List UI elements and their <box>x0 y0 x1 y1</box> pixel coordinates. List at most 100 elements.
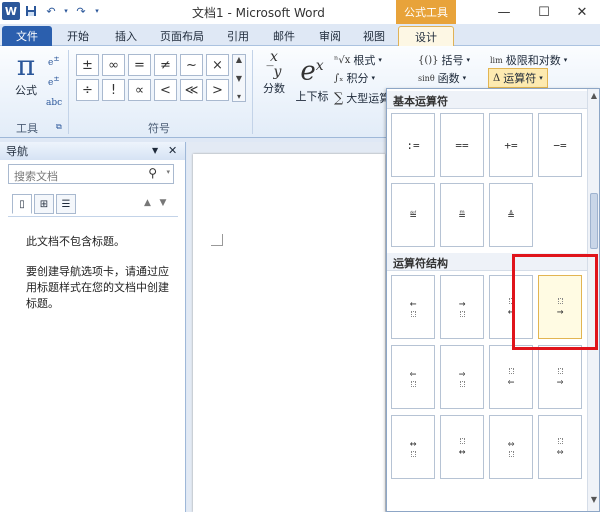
search-icon[interactable]: ⚲ <box>148 166 157 180</box>
bracket-icon: {()} <box>418 54 439 66</box>
tab-references[interactable]: 引用 <box>222 26 254 46</box>
fraction-button[interactable]: x ‾y 分数 <box>258 50 290 96</box>
placeholder-box <box>410 450 416 457</box>
word-logo-icon[interactable]: W <box>2 2 20 20</box>
navigation-pane: 导航 ▼ ✕ 搜索文档 ⚲ ▾ ▯ ⊞ ☰ ▲ ▼ 此文档不包含标题。 要创建导… <box>0 142 186 512</box>
tab-view[interactable]: 视图 <box>358 26 390 46</box>
operator-minus-equals[interactable]: −= <box>538 113 582 177</box>
tab-mailings[interactable]: 邮件 <box>268 26 300 46</box>
structure-left-right-arrow-above[interactable]: ↔ <box>440 415 484 479</box>
structure-left-right-double-arrow-below[interactable]: ⇔ <box>489 415 533 479</box>
customize-toolbar-icon[interactable]: ▾ <box>92 2 102 20</box>
large-operator-button[interactable]: ∑ 大型运算 <box>334 90 390 106</box>
bracket-button[interactable]: {()} 括号 ▾ <box>418 52 470 68</box>
bracket-label: 括号 <box>441 54 464 67</box>
pane-options-icon[interactable]: ▼ <box>152 146 158 155</box>
chevron-down-icon[interactable]: ▾ <box>166 168 170 176</box>
symbols-group-label: 符号 <box>148 122 170 135</box>
integral-icon: ∫ₓ <box>334 72 344 84</box>
symbol-divide[interactable]: ÷ <box>76 79 99 101</box>
tab-home[interactable]: 开始 <box>62 26 94 46</box>
structure-right-arrow-below[interactable]: → <box>440 275 484 339</box>
chevron-down-icon: ▾ <box>371 74 375 82</box>
operator-double-equals[interactable]: == <box>440 113 484 177</box>
operator-button[interactable]: Δ 运算符 ▾ <box>488 68 548 88</box>
radical-icon: ⁿ√x <box>334 54 351 66</box>
undo-dropdown-icon[interactable]: ▾ <box>62 2 70 20</box>
tab-file[interactable]: 文件 <box>2 26 52 46</box>
radical-label: 根式 <box>353 54 376 67</box>
script-button[interactable]: ex 上下标 <box>292 50 332 104</box>
function-icon: sinθ <box>418 73 435 83</box>
chevron-up-icon[interactable]: ▲ <box>236 55 242 64</box>
tab-design[interactable]: 设计 <box>398 26 454 46</box>
insert-equation-button[interactable]: π 公式 <box>6 50 46 110</box>
scroll-thumb[interactable] <box>590 193 598 249</box>
placeholder-box <box>508 367 514 374</box>
maximize-button[interactable]: ☐ <box>524 0 564 24</box>
headings-view-icon[interactable]: ▯ <box>12 194 32 214</box>
close-button[interactable]: ✕ <box>562 0 600 24</box>
results-view-icon[interactable]: ☰ <box>56 194 76 214</box>
structure-left-double-arrow-above[interactable]: ⇐ <box>489 345 533 409</box>
integral-button[interactable]: ∫ₓ 积分 ▾ <box>334 70 375 86</box>
linear-format-icon[interactable]: e± <box>48 74 60 88</box>
scroll-down-icon[interactable]: ▼ <box>589 495 599 507</box>
structure-left-double-arrow-below[interactable]: ⇐ <box>391 345 435 409</box>
function-button[interactable]: sinθ 函数 ▾ <box>418 70 466 86</box>
structure-left-arrow-below[interactable]: ← <box>391 275 435 339</box>
dialog-launcher-icon[interactable]: ⧉ <box>56 122 62 132</box>
tools-group-label: 工具 <box>16 122 38 135</box>
symbol-much-less[interactable]: ≪ <box>180 79 203 101</box>
structure-left-right-double-arrow-above[interactable]: ⇔ <box>538 415 582 479</box>
placeholder-box <box>410 380 416 387</box>
document-page[interactable] <box>193 154 385 512</box>
symbol-proportional[interactable]: ∝ <box>128 79 151 101</box>
tab-insert[interactable]: 插入 <box>110 26 142 46</box>
symbol-tilde[interactable]: ~ <box>180 54 203 76</box>
operator-plus-equals[interactable]: += <box>489 113 533 177</box>
search-document-input[interactable]: 搜索文档 ⚲ ▾ <box>8 164 174 184</box>
expand-gallery-icon[interactable]: ▾ <box>237 92 241 101</box>
structure-right-double-arrow-above[interactable]: ⇒ <box>538 345 582 409</box>
scroll-up-icon[interactable]: ▲ <box>589 91 599 103</box>
structure-glyph: ↔ <box>458 444 466 458</box>
professional-format-icon[interactable]: e± <box>48 54 60 68</box>
delta-icon: Δ <box>493 72 501 84</box>
next-arrow-icon[interactable]: ▼ <box>160 198 167 208</box>
minimize-button[interactable]: — <box>484 0 524 24</box>
fraction-label: 分数 <box>263 82 285 95</box>
pages-view-icon[interactable]: ⊞ <box>34 194 54 214</box>
limit-log-button[interactable]: lim 极限和对数 ▾ <box>490 52 567 68</box>
structure-right-double-arrow-below[interactable]: ⇒ <box>440 345 484 409</box>
symbol-gallery-scroll[interactable]: ▲ ▼ ▾ <box>232 54 246 102</box>
symbol-times[interactable]: × <box>206 54 229 76</box>
structure-left-right-arrow-below[interactable]: ↔ <box>391 415 435 479</box>
group-separator <box>252 50 253 134</box>
redo-icon[interactable]: ↷ <box>72 2 90 20</box>
placeholder-box <box>459 380 465 387</box>
save-icon[interactable] <box>22 2 40 20</box>
symbol-not-equal[interactable]: ≠ <box>154 54 177 76</box>
symbol-plus-minus[interactable]: ± <box>76 54 99 76</box>
close-pane-icon[interactable]: ✕ <box>168 144 177 157</box>
tab-review[interactable]: 审阅 <box>314 26 346 46</box>
structure-glyph: ⇐ <box>507 374 515 388</box>
tab-page-layout[interactable]: 页面布局 <box>156 26 208 46</box>
radical-button[interactable]: ⁿ√x 根式 ▾ <box>334 52 382 68</box>
operator-delta-equal[interactable]: ≜ <box>489 183 533 247</box>
search-placeholder: 搜索文档 <box>14 170 58 183</box>
normal-text-icon[interactable]: abc <box>46 98 62 108</box>
structure-glyph: ⇔ <box>556 444 564 458</box>
symbol-equals[interactable]: = <box>128 54 151 76</box>
symbol-factorial[interactable]: ! <box>102 79 125 101</box>
symbol-less-than[interactable]: < <box>154 79 177 101</box>
operator-colon-equals[interactable]: := <box>391 113 435 177</box>
symbol-greater-than[interactable]: > <box>206 79 229 101</box>
operator-measured-by[interactable]: ≞ <box>440 183 484 247</box>
chevron-down-icon[interactable]: ▼ <box>236 74 242 83</box>
undo-icon[interactable]: ↶ <box>42 2 60 20</box>
operator-equal-by-definition[interactable]: ≝ <box>391 183 435 247</box>
previous-arrow-icon[interactable]: ▲ <box>144 198 151 208</box>
symbol-infinity[interactable]: ∞ <box>102 54 125 76</box>
